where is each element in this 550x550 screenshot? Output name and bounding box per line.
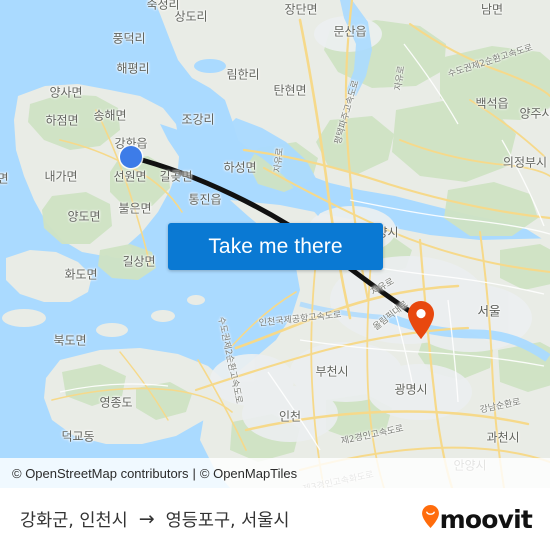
moovit-logo[interactable]: moovit — [421, 504, 533, 534]
route-destination-label: 영등포구, 서울시 — [165, 510, 290, 531]
origin-marker-icon[interactable] — [120, 146, 142, 168]
map-canvas[interactable]: 죽정리 상도리 장단면 남면 풍덕리 문산읍 해평리 림한리 수도권제2순환고속도로 양사면 탄현면… — [0, 0, 550, 488]
map-attribution: © OpenStreetMap contributors | © OpenMap… — [0, 458, 550, 488]
openmaptiles-attribution-link[interactable]: © OpenMapTiles — [200, 466, 297, 481]
route-summary: 강화군, 인천시 → 영등포구, 서울시 — [20, 507, 289, 532]
route-origin-label: 강화군, 인천시 — [20, 510, 128, 531]
footer-bar: 강화군, 인천시 → 영등포구, 서울시 moovit — [0, 488, 550, 550]
take-me-there-button[interactable]: Take me there — [168, 223, 383, 270]
moovit-pin-icon — [421, 505, 439, 533]
attribution-separator: | — [192, 465, 196, 481]
moovit-wordmark: moovit — [439, 504, 533, 534]
moovit-map-page: 죽정리 상도리 장단면 남면 풍덕리 문산읍 해평리 림한리 수도권제2순환고속도로 양사면 탄현면… — [0, 0, 550, 550]
destination-marker-icon[interactable] — [408, 301, 434, 339]
osm-attribution-link[interactable]: © OpenStreetMap contributors — [12, 466, 189, 481]
arrow-right-icon: → — [138, 507, 155, 530]
